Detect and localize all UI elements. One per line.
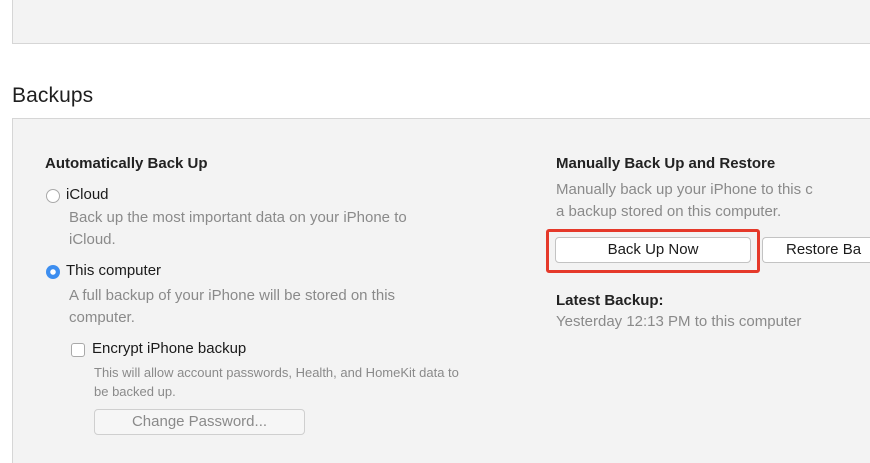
highlight-annotation xyxy=(546,229,760,273)
encrypt-description-line1: This will allow account passwords, Healt… xyxy=(94,365,459,380)
encrypt-description-line2: be backed up. xyxy=(94,384,176,399)
icloud-label[interactable]: iCloud xyxy=(66,186,109,203)
itunes-summary-page: Backups Automatically Back Up iCloud Bac… xyxy=(0,0,870,463)
manual-backup-description-line2: a backup stored on this computer. xyxy=(556,203,782,220)
icloud-description-line2: iCloud. xyxy=(69,231,116,248)
manual-backup-description-line1: Manually back up your iPhone to this c xyxy=(556,181,813,198)
icloud-radio[interactable] xyxy=(46,189,60,203)
icloud-description-line1: Back up the most important data on your … xyxy=(69,209,407,226)
this-computer-radio[interactable] xyxy=(46,265,60,279)
latest-backup-value: Yesterday 12:13 PM to this computer xyxy=(556,313,802,330)
this-computer-description-line2: computer. xyxy=(69,309,135,326)
change-password-button[interactable]: Change Password... xyxy=(94,409,305,435)
latest-backup-heading: Latest Backup: xyxy=(556,292,664,309)
this-computer-description-line1: A full backup of your iPhone will be sto… xyxy=(69,287,396,304)
restore-backup-button[interactable]: Restore Ba xyxy=(762,237,870,263)
section-title: Backups xyxy=(12,84,94,107)
manual-backup-heading: Manually Back Up and Restore xyxy=(556,155,776,172)
encrypt-backup-checkbox[interactable] xyxy=(71,343,85,357)
previous-section-panel xyxy=(12,0,870,44)
encrypt-backup-label[interactable]: Encrypt iPhone backup xyxy=(92,340,246,357)
auto-backup-heading: Automatically Back Up xyxy=(45,155,208,172)
this-computer-label[interactable]: This computer xyxy=(66,262,161,279)
